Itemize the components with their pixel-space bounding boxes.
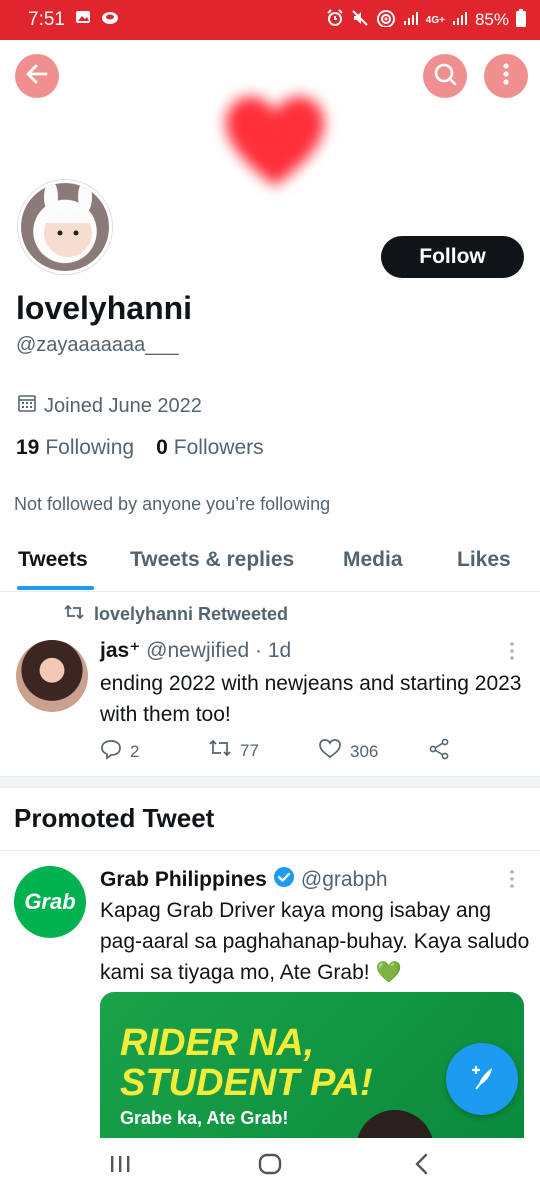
alarm-icon — [326, 8, 344, 32]
tweet-text: ending 2022 with newjeans and starting 2… — [100, 672, 522, 726]
recent-apps-icon — [108, 1156, 132, 1180]
status-bar: 7:51 4G+ 85% — [0, 0, 540, 40]
status-time: 7:51 — [28, 9, 65, 30]
followers-link[interactable]: 0 Followers — [156, 436, 264, 460]
following-count: 19 — [16, 436, 40, 459]
more-vertical-icon — [502, 62, 510, 91]
follow-button[interactable]: Follow — [381, 236, 524, 278]
share-button[interactable] — [428, 738, 450, 765]
active-tab-indicator — [17, 586, 94, 590]
retweet-context: lovelyhanni Retweeted — [64, 604, 288, 625]
profile-name: lovelyhanni — [16, 290, 193, 326]
tab-likes[interactable]: Likes — [457, 548, 511, 572]
tweet-actions: 2 77 306 — [100, 738, 460, 764]
ad-person-image — [356, 1110, 434, 1138]
ad-headline-1: RIDER NA, — [120, 1022, 315, 1064]
tweet-author-handle[interactable]: @newjified — [146, 639, 249, 662]
divider — [0, 850, 540, 851]
app-notification-icon — [101, 9, 119, 31]
following-label: Following — [45, 436, 135, 459]
banner-heart-icon — [210, 78, 340, 198]
wifi-icon — [376, 9, 396, 32]
followers-label: Followers — [173, 436, 264, 459]
like-count: 306 — [350, 741, 379, 761]
verified-badge-icon — [273, 866, 295, 894]
tweet-age: · 1d — [255, 639, 292, 662]
back-button[interactable] — [15, 54, 59, 98]
system-nav-bar — [0, 1138, 540, 1200]
retweet-button[interactable]: 77 — [208, 738, 259, 763]
recent-apps-button[interactable] — [108, 1152, 132, 1181]
divider — [0, 787, 540, 788]
tab-tweets[interactable]: Tweets — [18, 548, 88, 572]
tab-media[interactable]: Media — [343, 548, 403, 572]
home-icon — [257, 1153, 283, 1180]
back-arrow-icon — [24, 61, 50, 92]
home-button[interactable] — [257, 1152, 283, 1181]
signal-icon — [403, 10, 419, 31]
tab-tweets-replies[interactable]: Tweets & replies — [130, 548, 294, 572]
mute-icon — [351, 9, 369, 32]
joined-date: Joined June 2022 — [16, 392, 202, 420]
search-icon — [432, 61, 458, 92]
reply-count: 2 — [130, 741, 140, 761]
retweet-icon — [208, 738, 232, 763]
compose-feather-icon — [464, 1059, 500, 1100]
reply-icon — [100, 738, 122, 765]
like-button[interactable]: 306 — [318, 738, 378, 765]
calendar-icon — [16, 392, 38, 420]
signal-icon-2 — [452, 10, 468, 31]
retweet-count: 77 — [240, 740, 259, 760]
system-back-button[interactable] — [410, 1152, 434, 1181]
promoted-text: Kapag Grab Driver kaya mong isabay ang p… — [100, 899, 530, 984]
promoted-more-button[interactable] — [508, 868, 516, 895]
battery-level: 85% — [474, 10, 509, 29]
more-options-button[interactable] — [484, 54, 528, 98]
mutual-follow-note: Not followed by anyone you’re following — [14, 494, 331, 514]
reply-button[interactable]: 2 — [100, 738, 139, 765]
grab-logo[interactable]: Grab — [14, 866, 86, 938]
share-icon — [428, 738, 450, 765]
tweet-header: jas⁺ @newjified · 1d — [100, 638, 291, 663]
profile-handle: @zayaaaaaaa___ — [16, 334, 179, 356]
ad-tagline: Grabe ka, Ate Grab! — [120, 1108, 289, 1128]
retweet-context-text: lovelyhanni Retweeted — [94, 604, 289, 624]
more-vertical-icon — [508, 870, 516, 894]
section-gap — [0, 777, 540, 787]
heart-icon — [318, 738, 342, 765]
search-button[interactable] — [423, 54, 467, 98]
retweet-icon — [64, 604, 84, 625]
following-link[interactable]: 19 Following — [16, 436, 134, 460]
network-type: 4G+ — [425, 14, 445, 26]
profile-avatar[interactable] — [18, 180, 112, 274]
profile-tabs: Tweets Tweets & replies Media Likes — [0, 536, 540, 592]
followers-count: 0 — [156, 436, 168, 459]
gallery-icon — [75, 9, 91, 31]
chevron-left-icon — [410, 1153, 434, 1180]
joined-text: Joined June 2022 — [44, 394, 202, 417]
ad-headline-2: STUDENT PA! — [120, 1062, 373, 1104]
follow-stats: 19 Following 0 Followers — [16, 436, 264, 460]
promoted-header: Grab Philippines @grabph — [100, 866, 388, 894]
battery-icon — [516, 8, 526, 32]
more-vertical-icon — [508, 642, 516, 666]
promoted-author-name[interactable]: Grab Philippines — [100, 868, 267, 892]
tweet-author-avatar[interactable] — [16, 640, 88, 712]
promoted-author-handle[interactable]: @grabph — [301, 868, 388, 892]
tweet-author-name[interactable]: jas⁺ — [100, 639, 140, 662]
compose-tweet-button[interactable] — [446, 1043, 518, 1115]
promoted-title: Promoted Tweet — [14, 803, 215, 833]
tweet-more-button[interactable] — [508, 640, 516, 667]
